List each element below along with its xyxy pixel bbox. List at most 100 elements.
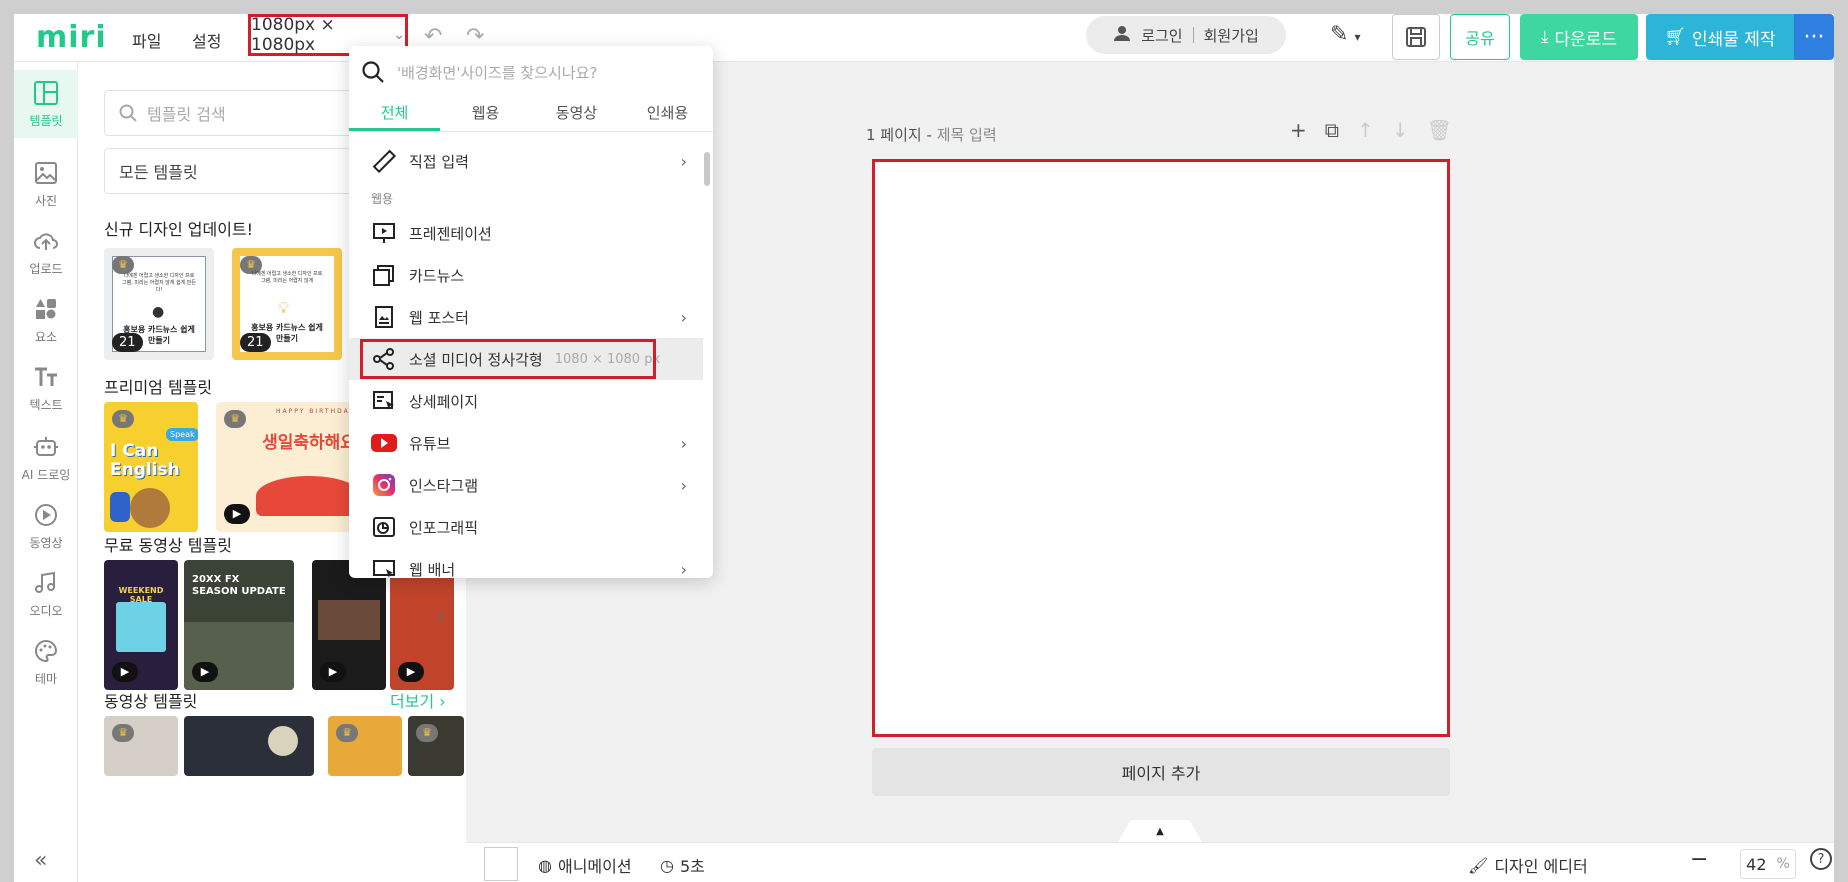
tab-video[interactable]: 동영상 (531, 98, 622, 131)
video-thumb-product[interactable]: ♛ (104, 716, 178, 776)
page-title-input[interactable]: 제목 입력 (937, 126, 997, 144)
print-order-button[interactable]: 🛒︎ 인쇄물 제작 (1646, 14, 1794, 60)
miri-logo[interactable]: miri (36, 20, 107, 55)
play-icon: ▶ (112, 662, 138, 682)
speak-badge: Speak (166, 428, 198, 441)
brush-icon: 🖌︎ (1468, 855, 1489, 875)
dropdown-scrollbar[interactable] (704, 152, 710, 186)
size-item-youtube[interactable]: 유튜브 › (349, 422, 703, 464)
download-button[interactable]: ⤓ 다운로드 (1520, 14, 1638, 60)
template-thumb-english[interactable]: ♛ Speak I Can English (104, 402, 198, 532)
video-icon (35, 503, 57, 526)
thumb-banner: HAPPY BIRTHDAY (276, 408, 355, 415)
move-up-icon[interactable]: ↑ (1357, 118, 1374, 142)
duplicate-page-icon[interactable]: ⧉ (1325, 118, 1339, 142)
size-item-label: 웹 배너 (409, 560, 456, 579)
zoom-unit: % (1776, 856, 1790, 872)
triangle-up-icon: ▲ (1156, 825, 1164, 837)
chevron-right-icon: › (680, 433, 687, 453)
rail-item-elements[interactable]: 요소 (14, 286, 78, 354)
video-thumb-fx-season[interactable]: 20XX FX SEASON UPDATE ▶ (184, 560, 294, 690)
rail-label: AI 드로잉 (21, 467, 71, 482)
rail-item-theme[interactable]: 테마 (14, 628, 78, 696)
text-icon (35, 367, 57, 386)
rail-item-upload[interactable]: 업로드 (14, 218, 78, 286)
pen-menu-button[interactable]: ✎ ▾ (1330, 22, 1360, 47)
crown-icon: ♛ (112, 724, 134, 742)
rail-item-ai-drawing[interactable]: AI 드로잉 (14, 424, 78, 492)
video-thumb-food[interactable]: ♛ (328, 716, 402, 776)
chevron-right-icon: › (680, 559, 687, 579)
help-icon[interactable]: ? (1810, 848, 1832, 870)
moon-graphic (268, 726, 298, 756)
video-thumb-weekend-sale[interactable]: WEEKEND SALE ▶ (104, 560, 178, 690)
template-icon (34, 80, 58, 105)
duration-label: 5초 (679, 857, 705, 876)
chevron-right-icon: › (434, 692, 446, 711)
background-color-swatch[interactable] (484, 847, 518, 881)
rail-label: 동영상 (29, 535, 63, 550)
pen-icon: ✎ (1330, 22, 1349, 47)
more-options-button[interactable]: ··· (1794, 14, 1834, 60)
size-item-web-poster[interactable]: 웹 포스터 › (349, 296, 703, 338)
duration-button[interactable]: ◷ 5초 (660, 853, 705, 877)
crown-icon: ♛ (336, 724, 358, 742)
thumb-title: 20XX FX SEASON UPDATE (192, 574, 286, 597)
size-item-detail-page[interactable]: 상세페이지 (349, 380, 703, 422)
size-item-infographic[interactable]: 인포그래픽 (349, 506, 703, 548)
rail-item-video[interactable]: 동영상 (14, 492, 78, 560)
template-thumb-1[interactable]: ♛ 나에겐 어렵고 생소한 디자인 프로그램, 미리는 어렵지 않게 쉽게 만든… (104, 248, 214, 360)
signup-button[interactable]: 회원가입 (1204, 25, 1259, 46)
design-editor-button[interactable]: 🖌︎ 디자인 에디터 (1468, 853, 1588, 877)
zoom-out-icon[interactable]: − (1690, 847, 1708, 872)
thumb-small-text: 나에겐 어렵고 생소한 디자인 프로그램, 미리는 어렵지 않게 쉽게 만든다! (122, 273, 196, 293)
collapse-panel-icon[interactable]: « (34, 848, 47, 873)
tab-web[interactable]: 웹용 (440, 98, 531, 131)
menu-settings[interactable]: 설정 (192, 28, 221, 52)
save-button[interactable] (1392, 14, 1440, 60)
size-item-instagram[interactable]: 인스타그램 › (349, 464, 703, 506)
template-thumb-2[interactable]: ♛ 나에겐 어렵고 생소한 디자인 프로그램, 미리는 어렵지 않게 💡︎ 홍보… (232, 248, 342, 360)
rail-item-audio[interactable]: 오디오 (14, 560, 78, 628)
rail-item-photo[interactable]: 사진 (14, 150, 78, 218)
page-count-badge: 21 (240, 333, 271, 352)
app-window: miri 파일 설정 1080px × 1080px ⌄ ↶ ↷ 로그인 회원가… (14, 14, 1834, 882)
thumb-title: I Can English (110, 441, 180, 480)
zoom-input[interactable]: 42 % (1740, 849, 1796, 879)
timeline-toggle[interactable]: ▲ (1118, 820, 1202, 842)
print-label: 인쇄물 제작 (1691, 29, 1776, 50)
share-button[interactable]: 공유 (1450, 14, 1510, 60)
play-icon: ▶ (192, 662, 218, 682)
design-canvas[interactable] (872, 159, 1450, 737)
page-tools: + ⧉ ↑ ↓ 🗑︎ (1290, 118, 1452, 142)
ruler-icon (371, 148, 397, 174)
infographic-icon (371, 514, 397, 540)
size-item-cardnews[interactable]: 카드뉴스 (349, 254, 703, 296)
rail-item-template[interactable]: 템플릿 (14, 70, 78, 138)
size-search-placeholder: '배경화면'사이즈를 찾으시나요? (397, 63, 598, 82)
video-thumb-partial-2[interactable]: ♛ (408, 716, 464, 776)
login-button[interactable]: 로그인 (1141, 25, 1182, 46)
move-down-icon[interactable]: ↓ (1392, 118, 1409, 142)
size-category-tabs: 전체 웹용 동영상 인쇄용 (349, 98, 713, 132)
size-item-custom[interactable]: 직접 입력 › (349, 140, 703, 182)
add-page-button[interactable]: 페이지 추가 (872, 748, 1450, 796)
tab-print[interactable]: 인쇄용 (622, 98, 713, 131)
tab-all[interactable]: 전체 (349, 98, 440, 131)
hedgehog-illustration (130, 488, 170, 528)
add-page-icon[interactable]: + (1290, 118, 1307, 142)
delete-page-icon[interactable]: 🗑︎ (1427, 118, 1452, 142)
rail-item-text[interactable]: 텍스트 (14, 354, 78, 422)
menu-file[interactable]: 파일 (132, 28, 161, 52)
size-search-input[interactable]: '배경화면'사이즈를 찾으시나요? (349, 46, 713, 98)
number-one-graphic (110, 492, 130, 522)
size-item-web-banner[interactable]: 웹 배너 › (349, 548, 703, 578)
section-title-video: 동영상 템플릿 (104, 692, 198, 711)
chevron-right-icon[interactable]: › (436, 604, 445, 629)
animation-button[interactable]: ◍ 애니메이션 (538, 853, 632, 877)
section-title-free-video: 무료 동영상 템플릿 (104, 536, 232, 555)
video-thumb-moon[interactable] (184, 716, 314, 776)
video-thumb-collage[interactable]: ▶ (312, 560, 386, 690)
more-link[interactable]: 더보기 › (390, 688, 446, 712)
size-item-presentation[interactable]: 프레젠테이션 (349, 212, 703, 254)
